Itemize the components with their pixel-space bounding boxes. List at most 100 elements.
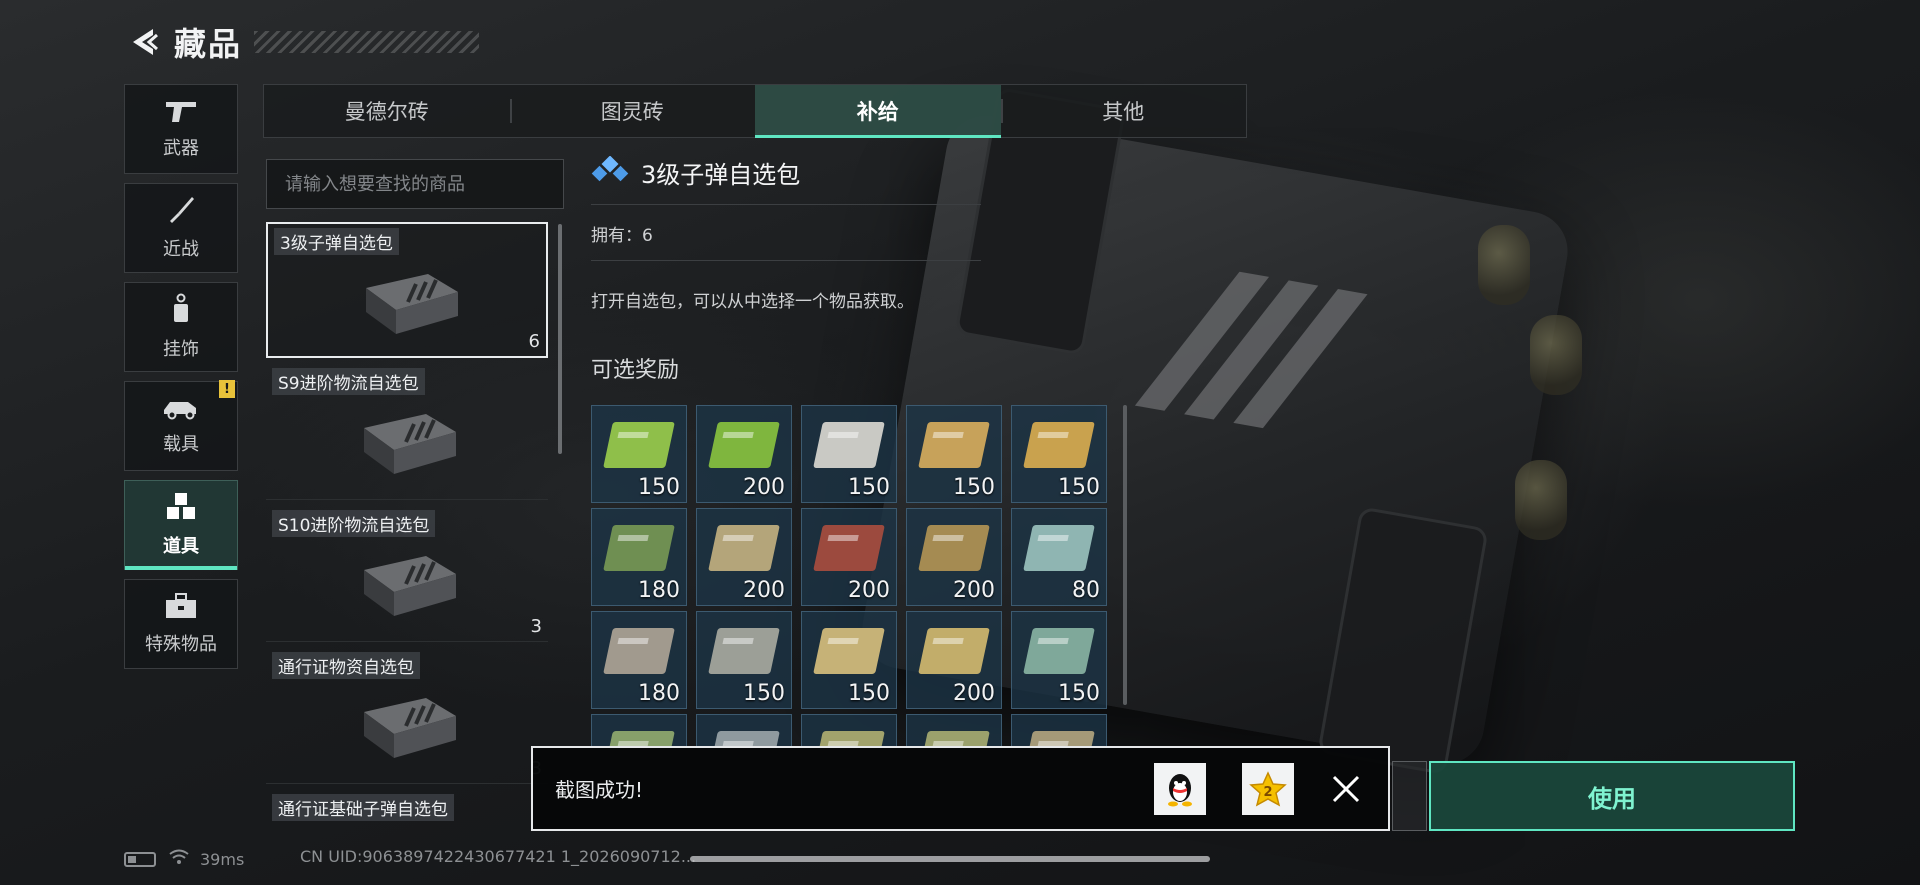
alert-badge: ! [219, 380, 235, 398]
reward-item[interactable]: 180 [591, 508, 687, 606]
ammo-box-icon [1023, 731, 1095, 747]
list-scrollbar[interactable] [558, 224, 562, 454]
tab-3[interactable]: 其他 [1000, 85, 1247, 137]
diamond-cluster-icon [591, 155, 629, 188]
item-count: 3 [530, 616, 542, 637]
ammo-box-icon [1023, 525, 1095, 571]
secondary-button[interactable] [1392, 761, 1427, 831]
ammo-box-icon [813, 525, 885, 571]
ammo-box-icon [603, 525, 675, 571]
reward-item[interactable]: 150 [696, 611, 792, 709]
grenade-artwork [1515, 460, 1567, 540]
ammo-box-icon [603, 628, 675, 674]
crate-thumbnail [354, 548, 464, 618]
reward-item[interactable]: 150 [801, 405, 897, 503]
qzone-star-icon[interactable]: 2 [1242, 762, 1294, 815]
reward-item[interactable]: 180 [591, 611, 687, 709]
item-name: 通行证基础子弹自选包 [272, 794, 454, 821]
page-header: 藏品 [124, 18, 480, 66]
tab-1[interactable]: 图灵砖 [509, 85, 756, 137]
ammo-box-icon [813, 731, 885, 747]
category-label: 近战 [163, 239, 199, 260]
vehicle-icon [162, 396, 200, 424]
category-0[interactable]: 武器 [124, 84, 238, 174]
battery-icon [124, 851, 156, 867]
wifi-icon [168, 848, 190, 870]
ammo-box-icon [918, 628, 990, 674]
reward-item[interactable]: 150 [1011, 611, 1107, 709]
reward-item[interactable]: 200 [801, 508, 897, 606]
reward-item[interactable] [801, 714, 897, 747]
item-description: 打开自选包，可以从中选择一个物品获取。 [591, 292, 914, 312]
list-item[interactable]: 通行证物资自选包3 [266, 648, 548, 784]
toolbox-icon [164, 592, 198, 624]
list-item[interactable]: S9进阶物流自选包 [266, 364, 548, 500]
category-label: 特殊物品 [145, 634, 217, 655]
back-arrow-icon[interactable] [124, 22, 164, 62]
close-icon[interactable] [1324, 767, 1368, 811]
list-item[interactable]: 通行证基础子弹自选包 [266, 790, 548, 832]
reward-quantity: 200 [743, 475, 785, 500]
list-item[interactable]: S10进阶物流自选包 3 [266, 506, 548, 642]
category-nav: 武器近战挂饰载具! 道具特殊物品 [124, 84, 238, 678]
home-indicator[interactable] [690, 856, 1210, 862]
ammo-box-icon [813, 628, 885, 674]
category-5[interactable]: 特殊物品 [124, 579, 238, 669]
ammo-box-icon [603, 731, 675, 747]
use-button[interactable]: 使用 [1429, 761, 1795, 831]
tab-0[interactable]: 曼德尔砖 [264, 85, 510, 137]
reward-item[interactable]: 200 [696, 405, 792, 503]
page-title: 藏品 [174, 25, 243, 63]
ammo-box-icon [708, 525, 780, 571]
category-1[interactable]: 近战 [124, 183, 238, 273]
category-label: 道具 [163, 536, 199, 557]
category-4[interactable]: 道具 [124, 480, 238, 570]
reward-item[interactable] [1011, 714, 1107, 747]
divider [591, 260, 981, 261]
reward-quantity: 200 [848, 578, 890, 603]
reward-quantity: 180 [638, 681, 680, 706]
category-label: 载具 [163, 434, 199, 455]
reward-item[interactable]: 150 [1011, 405, 1107, 503]
reward-item[interactable]: 80 [1011, 508, 1107, 606]
tab-2[interactable]: 补给 [755, 85, 1001, 138]
qq-penguin-icon[interactable] [1154, 762, 1206, 815]
category-3[interactable]: 载具! [124, 380, 238, 471]
crate-thumbnail [354, 690, 464, 760]
reward-item[interactable]: 150 [591, 405, 687, 503]
reward-item[interactable] [591, 714, 687, 747]
ammo-box-icon [918, 525, 990, 571]
rewards-heading: 可选奖励 [591, 358, 680, 383]
reward-item[interactable]: 150 [801, 611, 897, 709]
crate-thumbnail [356, 266, 466, 336]
grenade-artwork [1530, 315, 1582, 395]
category-label: 武器 [163, 138, 199, 159]
list-item[interactable]: 3级子弹自选包 6 [266, 222, 548, 358]
ammo-box-icon [918, 731, 990, 747]
reward-quantity: 150 [953, 475, 995, 500]
reward-item[interactable] [696, 714, 792, 747]
reward-quantity: 180 [638, 578, 680, 603]
owned-count: 拥有：6 [591, 226, 653, 246]
search-input[interactable] [266, 159, 564, 209]
ammo-box-icon [1023, 628, 1095, 674]
divider [591, 204, 981, 205]
ammo-box-icon [813, 422, 885, 468]
tab-bar: 曼德尔砖 图灵砖 补给 其他 [263, 84, 1247, 138]
status-bar: 39ms [124, 847, 244, 871]
reward-quantity: 150 [848, 681, 890, 706]
detail-title: 3级子弹自选包 [641, 160, 801, 189]
reward-item[interactable]: 200 [906, 508, 1002, 606]
category-2[interactable]: 挂饰 [124, 282, 238, 372]
reward-item[interactable]: 200 [906, 611, 1002, 709]
ammo-box-icon [1023, 422, 1095, 468]
category-label: 挂饰 [163, 339, 199, 360]
reward-item[interactable] [906, 714, 1002, 747]
title-decoration [254, 31, 480, 53]
reward-scrollbar[interactable] [1123, 405, 1127, 705]
reward-quantity: 80 [1072, 578, 1100, 603]
item-name: 3级子弹自选包 [274, 228, 399, 255]
reward-item[interactable]: 150 [906, 405, 1002, 503]
pistol-icon [164, 98, 198, 128]
reward-item[interactable]: 200 [696, 508, 792, 606]
